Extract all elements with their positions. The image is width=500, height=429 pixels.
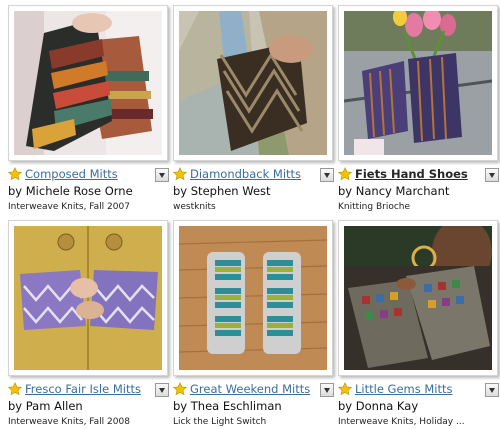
dropdown-arrow-icon[interactable] (155, 383, 169, 397)
pattern-grid: Composed Mitts by Michele Rose Orne Inte… (0, 0, 500, 429)
star-icon[interactable] (173, 167, 187, 181)
pattern-title-link[interactable]: Fiets Hand Shoes (355, 167, 468, 181)
pattern-source: Interweave Knits, Fall 2007 (8, 202, 130, 212)
pattern-title-row: Fresco Fair Isle Mitts (8, 382, 172, 398)
pattern-source: Knitting Brioche (338, 202, 411, 212)
dropdown-arrow-icon[interactable] (320, 383, 334, 397)
pattern-title-row: Diamondback Mitts (173, 167, 337, 183)
pattern-thumbnail[interactable] (338, 5, 498, 161)
pattern-title-row: Fiets Hand Shoes (338, 167, 500, 183)
pattern-title-row: Composed Mitts (8, 167, 172, 183)
pattern-author: by Pam Allen (8, 399, 83, 413)
star-icon[interactable] (8, 167, 22, 181)
pattern-title-row: Little Gems Mitts (338, 382, 500, 398)
fresco-fair-isle-mitts-photo (14, 226, 162, 370)
pattern-thumbnail[interactable] (8, 5, 168, 161)
pattern-thumbnail[interactable] (173, 220, 333, 376)
star-icon[interactable] (8, 382, 22, 396)
dropdown-arrow-icon[interactable] (155, 168, 169, 182)
pattern-source: Lick the Light Switch (173, 417, 267, 427)
diamondback-mitts-photo (179, 11, 327, 155)
pattern-title-link[interactable]: Fresco Fair Isle Mitts (25, 382, 141, 396)
star-icon[interactable] (338, 167, 352, 181)
fiets-hand-shoes-photo (344, 11, 492, 155)
pattern-source: Interweave Knits, Fall 2008 (8, 417, 130, 427)
pattern-author: by Thea Eschliman (173, 399, 282, 413)
composed-mitts-photo (14, 11, 162, 155)
dropdown-arrow-icon[interactable] (485, 168, 499, 182)
pattern-title-row: Great Weekend Mitts (173, 382, 337, 398)
pattern-title-link[interactable]: Little Gems Mitts (355, 382, 453, 396)
star-icon[interactable] (173, 382, 187, 396)
star-icon[interactable] (338, 382, 352, 396)
great-weekend-mitts-photo (179, 226, 327, 370)
pattern-thumbnail[interactable] (173, 5, 333, 161)
pattern-author: by Stephen West (173, 184, 271, 198)
pattern-author: by Nancy Marchant (338, 184, 450, 198)
pattern-thumbnail[interactable] (8, 220, 168, 376)
little-gems-mitts-photo (344, 226, 492, 370)
dropdown-arrow-icon[interactable] (320, 168, 334, 182)
pattern-title-link[interactable]: Composed Mitts (25, 167, 118, 181)
pattern-author: by Michele Rose Orne (8, 184, 133, 198)
pattern-title-link[interactable]: Diamondback Mitts (190, 167, 301, 181)
dropdown-arrow-icon[interactable] (485, 383, 499, 397)
pattern-source: westknits (173, 202, 216, 212)
pattern-source: Interweave Knits, Holiday ... (338, 417, 465, 427)
pattern-author: by Donna Kay (338, 399, 419, 413)
pattern-thumbnail[interactable] (338, 220, 498, 376)
pattern-title-link[interactable]: Great Weekend Mitts (190, 382, 310, 396)
